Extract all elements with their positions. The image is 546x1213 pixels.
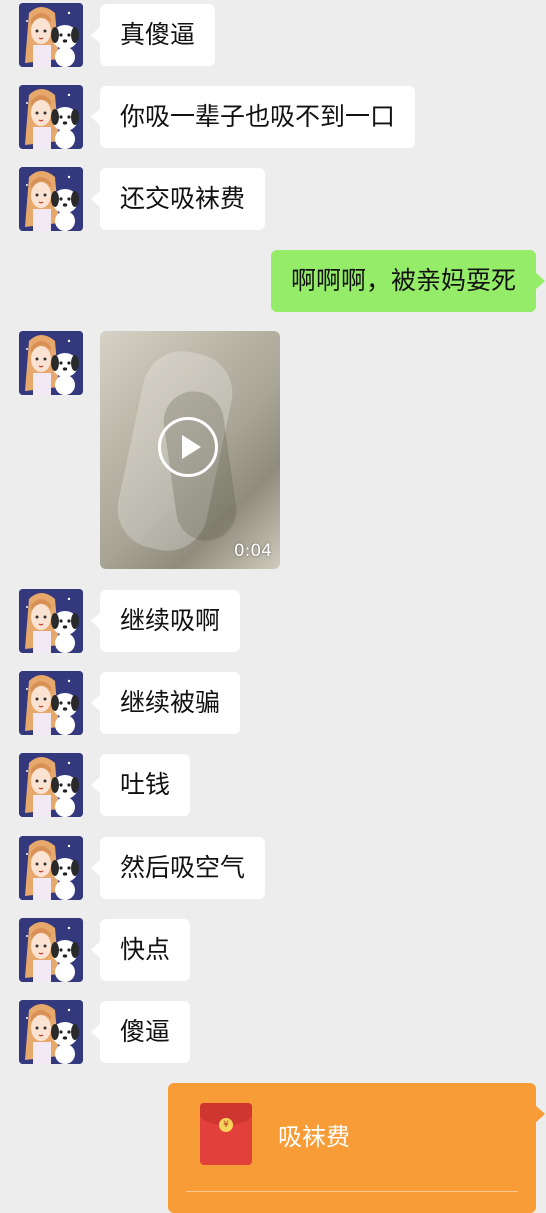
message-bubble[interactable]: 继续被骗: [90, 672, 241, 734]
red-packet-divider: [186, 1191, 518, 1192]
message-row-self: 啊啊啊，被亲妈耍死: [0, 250, 546, 312]
avatar[interactable]: [19, 753, 83, 817]
message-bubble[interactable]: 还交吸袜费: [90, 168, 266, 230]
message-bubble[interactable]: 然后吸空气: [90, 837, 266, 899]
video-message[interactable]: 0:04: [100, 331, 280, 569]
red-packet-icon: ¥: [200, 1103, 252, 1165]
avatar[interactable]: [19, 167, 83, 231]
coin-icon: ¥: [219, 1118, 233, 1132]
avatar[interactable]: [19, 836, 83, 900]
message-row: 继续被骗: [0, 671, 546, 735]
red-packet-message[interactable]: ¥ 吸袜费: [168, 1083, 545, 1213]
avatar[interactable]: [19, 85, 83, 149]
message-bubble[interactable]: 真傻逼: [90, 4, 216, 66]
avatar[interactable]: [19, 3, 83, 67]
message-row: 快点: [0, 918, 546, 982]
avatar[interactable]: [19, 331, 83, 395]
message-bubble[interactable]: 快点: [90, 919, 191, 981]
message-row: 继续吸啊: [0, 589, 546, 653]
avatar[interactable]: [19, 918, 83, 982]
message-row: 吐钱: [0, 753, 546, 817]
message-row: 你吸一辈子也吸不到一口: [0, 85, 546, 149]
message-bubble[interactable]: 你吸一辈子也吸不到一口: [90, 86, 416, 148]
message-bubble[interactable]: 继续吸啊: [90, 590, 241, 652]
message-row: 傻逼: [0, 1000, 546, 1064]
avatar[interactable]: [19, 1000, 83, 1064]
message-row: 然后吸空气: [0, 836, 546, 900]
message-row: 0:04: [0, 331, 546, 571]
avatar[interactable]: [19, 671, 83, 735]
message-row: 真傻逼: [0, 3, 546, 67]
message-bubble[interactable]: 吐钱: [90, 754, 191, 816]
message-bubble-self[interactable]: 啊啊啊，被亲妈耍死: [270, 250, 546, 312]
avatar[interactable]: [19, 589, 83, 653]
red-packet-label: 吸袜费: [278, 1123, 350, 1151]
play-icon[interactable]: [158, 417, 218, 477]
video-duration: 0:04: [233, 541, 272, 561]
message-row: 还交吸袜费: [0, 167, 546, 231]
message-bubble[interactable]: 傻逼: [90, 1001, 191, 1063]
